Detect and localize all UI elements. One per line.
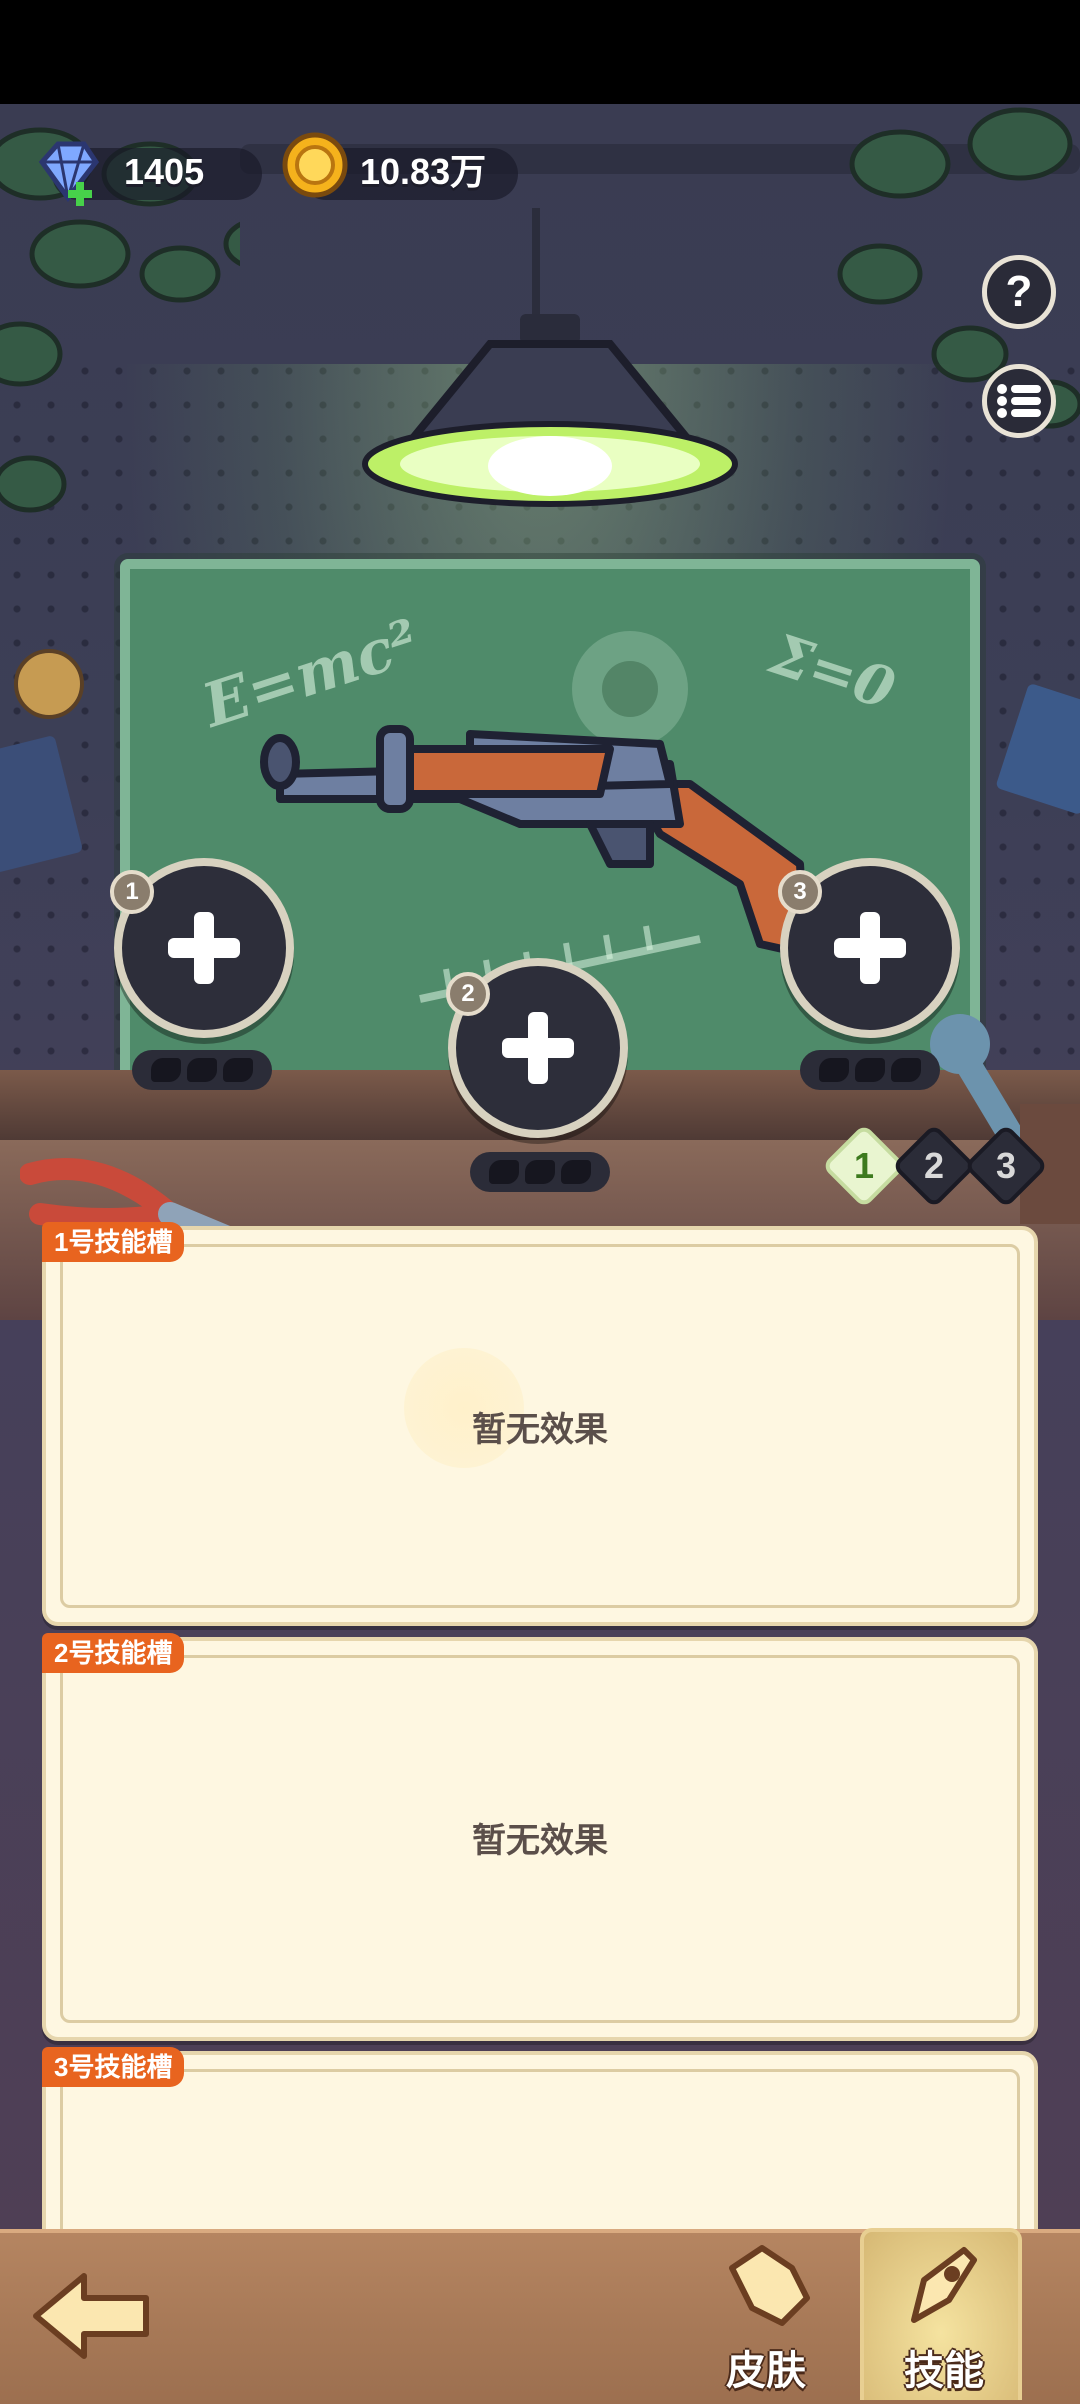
gem-icon bbox=[38, 141, 100, 206]
slot-1-level-pips bbox=[132, 1050, 272, 1090]
shotgun-weapon-image bbox=[260, 725, 809, 958]
slot-2-level-pips bbox=[470, 1152, 610, 1192]
help-icon: ? bbox=[1005, 267, 1033, 316]
card-tag: 2号技能槽 bbox=[42, 1633, 185, 1673]
empty-effect-text: 暂无效果 bbox=[472, 1822, 608, 1860]
card-tag: 3号技能槽 bbox=[42, 2047, 185, 2087]
slot-number-badge: 1 bbox=[110, 870, 154, 914]
slot-number-badge: 3 bbox=[778, 870, 822, 914]
back-arrow-icon bbox=[33, 2273, 149, 2359]
skill-slot-card-2[interactable]: 2号技能槽 暂无效果 bbox=[42, 1633, 1038, 2041]
skill-tab-label: 技能 bbox=[904, 2349, 984, 2393]
lamp-icon bbox=[362, 314, 738, 507]
plus-icon bbox=[502, 1012, 574, 1084]
skill-tab-active[interactable]: 技能 bbox=[860, 2228, 1022, 2400]
back-button[interactable] bbox=[28, 2266, 154, 2366]
list-button[interactable] bbox=[982, 364, 1056, 438]
slot-number-badge: 2 bbox=[446, 972, 490, 1016]
help-button[interactable]: ? bbox=[982, 255, 1056, 329]
empty-effect-text: 暂无效果 bbox=[472, 1411, 608, 1449]
plus-icon bbox=[834, 912, 906, 984]
gem-amount: 1405 bbox=[124, 151, 205, 192]
plus-icon bbox=[168, 912, 240, 984]
skill-slot-card-1[interactable]: 1号技能槽 暂无效果 bbox=[42, 1222, 1038, 1626]
coin-icon bbox=[282, 132, 348, 198]
skin-tab[interactable]: 皮肤 bbox=[700, 2238, 840, 2398]
coin-amount: 10.83万 bbox=[360, 151, 487, 192]
smiley-sticker-icon bbox=[14, 649, 84, 719]
status-bar bbox=[0, 0, 1080, 104]
skill-icon bbox=[911, 2247, 977, 2323]
skin-icon bbox=[729, 2245, 810, 2326]
skin-tab-label: 皮肤 bbox=[726, 2349, 806, 2393]
lamp-cord bbox=[532, 208, 540, 328]
list-icon bbox=[997, 384, 1041, 418]
card-tag: 1号技能槽 bbox=[42, 1222, 185, 1262]
slot-3-level-pips bbox=[800, 1050, 940, 1090]
